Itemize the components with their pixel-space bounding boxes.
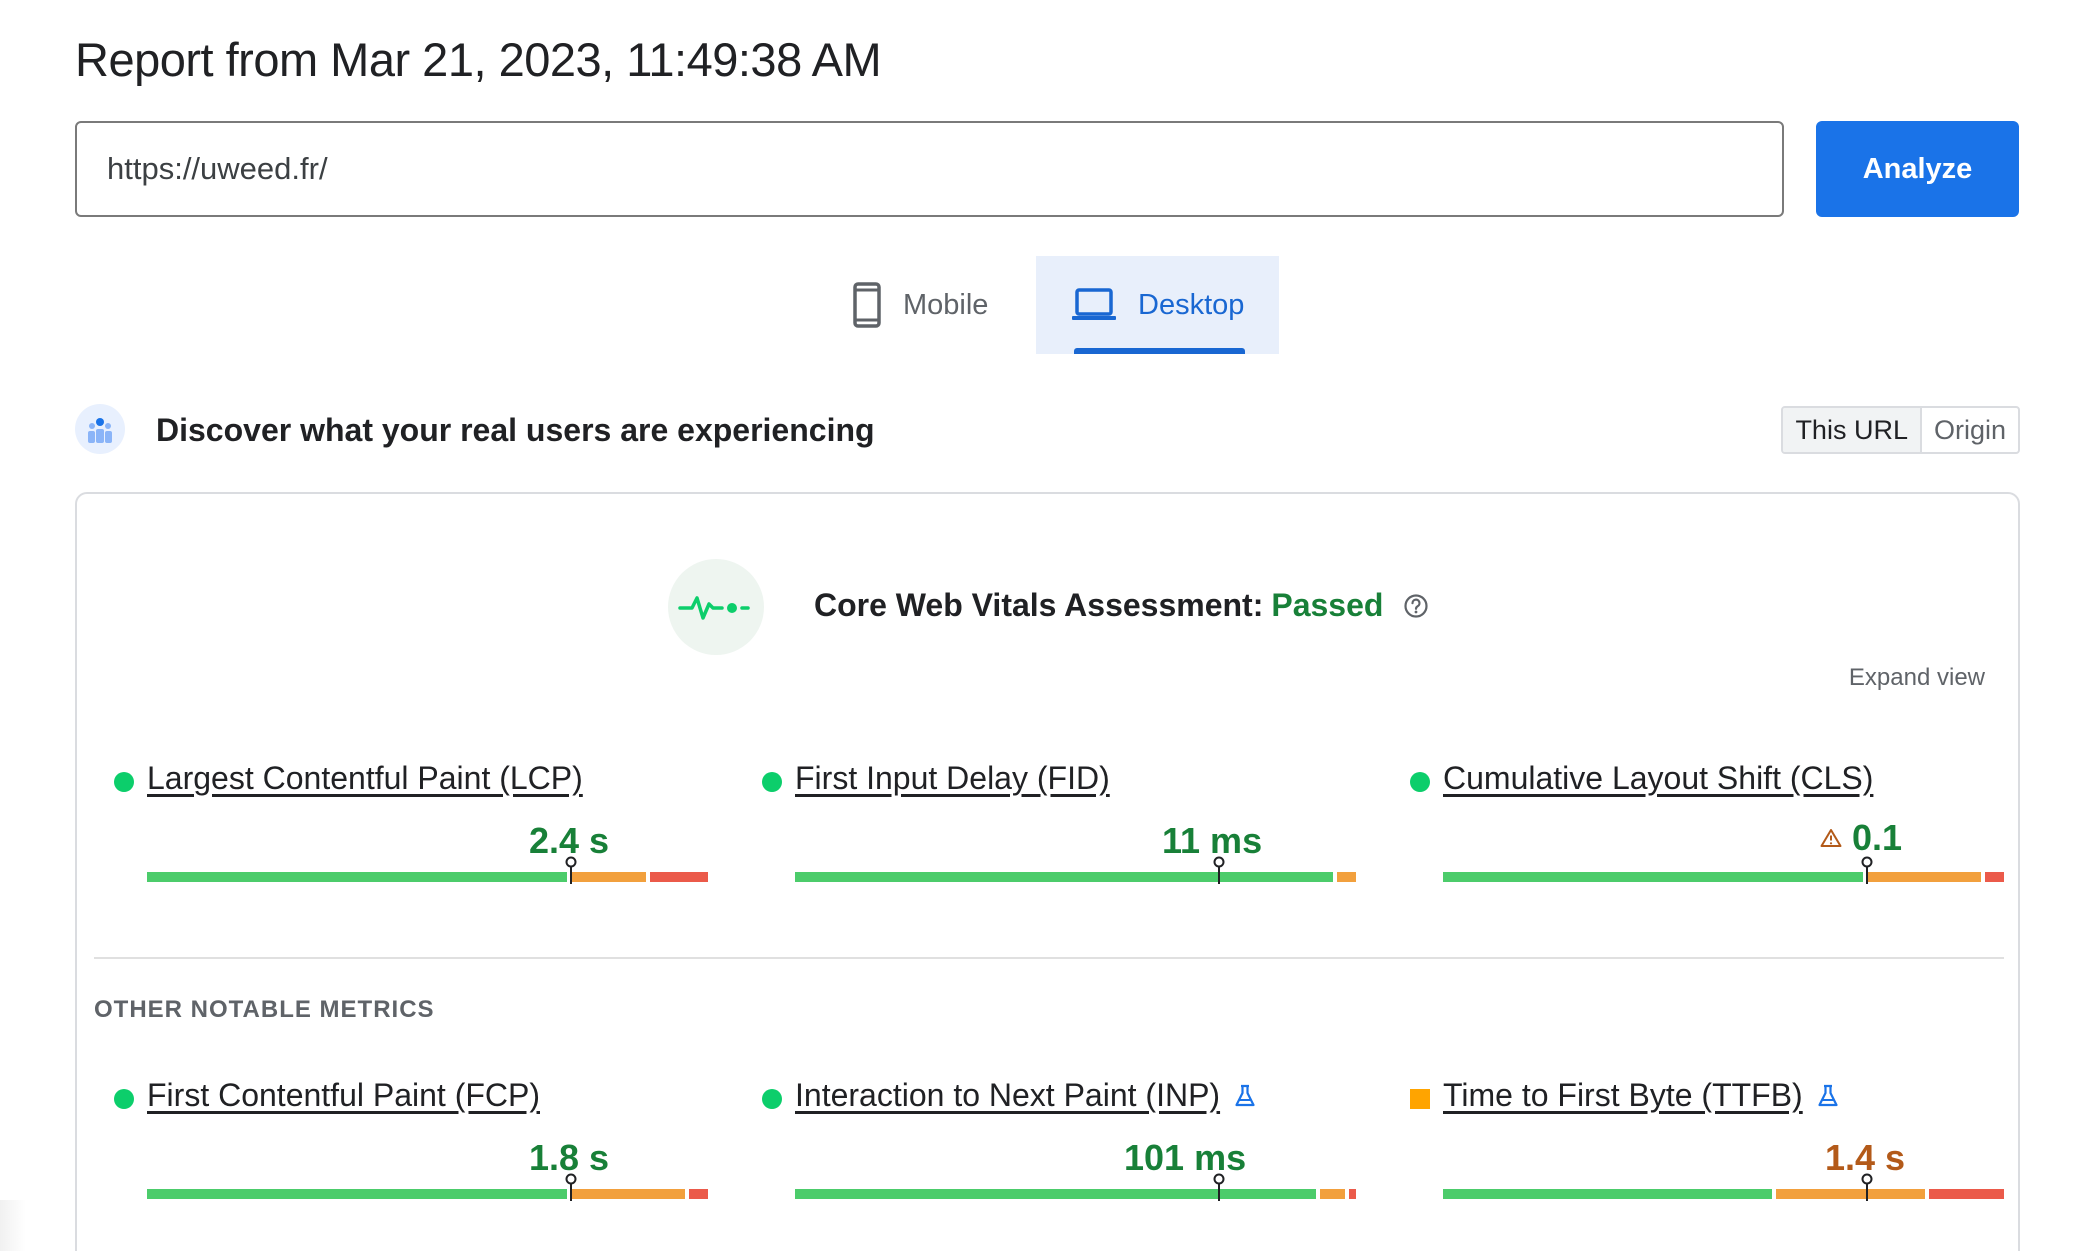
metric-inp-label[interactable]: Interaction to Next Paint (INP) <box>795 1077 1256 1114</box>
experimental-flask-icon <box>1234 1084 1256 1108</box>
status-good-icon <box>762 772 782 792</box>
needs-improvement-segment <box>1776 1189 1925 1199</box>
tab-desktop[interactable]: Desktop <box>1036 256 1279 354</box>
good-segment <box>795 872 1334 882</box>
laptop-icon <box>1072 288 1116 322</box>
good-segment <box>1443 872 1863 882</box>
p75-marker-icon <box>1860 856 1874 886</box>
expand-view-link[interactable]: Expand view <box>1849 664 1985 692</box>
metric-ttfb-distribution-bar <box>1443 1173 2008 1201</box>
status-good-icon <box>762 1089 782 1109</box>
metric-cls-value: 0.1 <box>1852 817 1903 858</box>
tab-mobile-label: Mobile <box>903 288 989 321</box>
metric-ttfb: Time to First Byte (TTFB) 1.4 s <box>1410 1077 2004 1227</box>
origin-button[interactable]: Origin <box>1922 408 2018 452</box>
needs-improvement-segment <box>570 872 646 882</box>
field-data-header: Discover what your real users are experi… <box>75 404 2020 456</box>
poor-segment <box>1348 1189 1356 1199</box>
poor-segment <box>649 872 708 882</box>
metric-cls-value-row: 0.1 <box>1820 817 1902 859</box>
status-good-icon <box>1410 772 1430 792</box>
good-segment <box>795 1189 1317 1199</box>
needs-improvement-segment <box>570 1189 686 1199</box>
p75-marker-icon <box>564 856 578 886</box>
edge-shadow <box>0 1200 26 1251</box>
warning-icon <box>1820 828 1842 848</box>
this-url-button[interactable]: This URL <box>1783 408 1922 452</box>
good-segment <box>147 872 567 882</box>
metric-inp: Interaction to Next Paint (INP) 101 ms <box>762 1077 1356 1227</box>
metric-fid-label[interactable]: First Input Delay (FID) <box>795 760 1110 797</box>
p75-marker-icon <box>1212 856 1226 886</box>
metric-lcp: Largest Contentful Paint (LCP) 2.4 s <box>114 760 708 910</box>
metric-cls: Cumulative Layout Shift (CLS) 0.1 <box>1410 760 2004 910</box>
needs-improvement-segment <box>1337 872 1356 882</box>
poor-segment <box>1985 872 2004 882</box>
status-needs-improvement-icon <box>1410 1089 1430 1109</box>
metric-inp-distribution-bar <box>795 1173 1360 1201</box>
other-metrics-heading: OTHER NOTABLE METRICS <box>94 996 435 1023</box>
good-segment <box>147 1189 567 1199</box>
pagespeed-report-page: Report from Mar 21, 2023, 11:49:38 AM An… <box>0 0 2088 1251</box>
poor-segment <box>1928 1189 2004 1199</box>
p75-marker-icon <box>1860 1173 1874 1203</box>
metric-lcp-label[interactable]: Largest Contentful Paint (LCP) <box>147 760 583 797</box>
metric-lcp-distribution-bar <box>147 856 712 884</box>
pulse-icon <box>668 559 764 655</box>
cwv-assessment: Core Web Vitals Assessment: Passed <box>814 587 1429 624</box>
section-divider <box>94 957 2004 959</box>
experimental-flask-icon <box>1817 1084 1839 1108</box>
metric-fcp-distribution-bar <box>147 1173 712 1201</box>
url-origin-toggle: This URL Origin <box>1781 406 2020 454</box>
metric-cls-label[interactable]: Cumulative Layout Shift (CLS) <box>1443 760 1873 797</box>
status-good-icon <box>114 1089 134 1109</box>
status-good-icon <box>114 772 134 792</box>
tab-mobile[interactable]: Mobile <box>833 256 1036 354</box>
metric-fcp: First Contentful Paint (FCP) 1.8 s <box>114 1077 708 1227</box>
needs-improvement-segment <box>1866 872 1982 882</box>
good-segment <box>1443 1189 1773 1199</box>
cwv-assessment-status: Passed <box>1271 587 1384 623</box>
device-tabs: Mobile Desktop <box>833 256 1279 354</box>
core-web-vitals-card: Core Web Vitals Assessment: Passed Expan… <box>75 492 2020 1251</box>
analyze-button[interactable]: Analyze <box>1816 121 2019 217</box>
tab-desktop-label: Desktop <box>1138 288 1245 321</box>
users-icon <box>75 404 125 454</box>
field-data-heading: Discover what your real users are experi… <box>156 412 875 448</box>
url-input[interactable] <box>75 121 1784 217</box>
needs-improvement-segment <box>1320 1189 1345 1199</box>
active-tab-indicator <box>1074 348 1245 354</box>
metric-fid: First Input Delay (FID) 11 ms <box>762 760 1356 910</box>
metric-inp-value: 101 ms <box>1124 1137 1247 1178</box>
report-title: Report from Mar 21, 2023, 11:49:38 AM <box>75 33 882 86</box>
cwv-assessment-label: Core Web Vitals Assessment: <box>814 587 1264 623</box>
phone-icon <box>853 282 881 328</box>
metric-cls-distribution-bar <box>1443 856 2008 884</box>
metric-fcp-label[interactable]: First Contentful Paint (FCP) <box>147 1077 540 1114</box>
p75-marker-icon <box>564 1173 578 1203</box>
metric-ttfb-label[interactable]: Time to First Byte (TTFB) <box>1443 1077 1839 1114</box>
help-icon[interactable] <box>1403 593 1429 619</box>
poor-segment <box>689 1189 708 1199</box>
metric-fid-distribution-bar <box>795 856 1360 884</box>
p75-marker-icon <box>1212 1173 1226 1203</box>
